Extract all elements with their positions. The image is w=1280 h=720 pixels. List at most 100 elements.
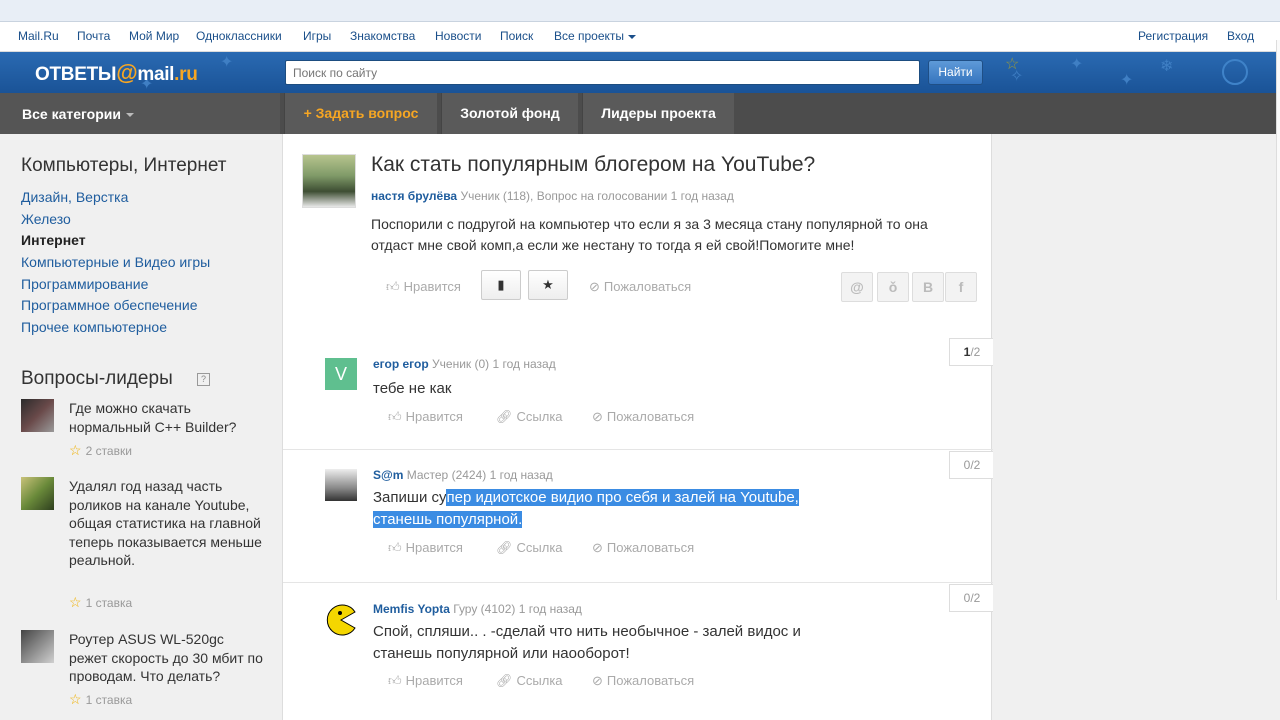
answer-avatar[interactable] bbox=[325, 469, 357, 501]
login-link[interactable]: Вход bbox=[1227, 29, 1254, 43]
answer-meta: егор егор Ученик (0) 1 год назад bbox=[373, 357, 556, 371]
question-author-link[interactable]: настя брулёва bbox=[371, 189, 457, 203]
share-facebook-button[interactable]: f bbox=[945, 272, 977, 302]
like-label: Нравится bbox=[405, 540, 463, 555]
all-projects-label: Все проекты bbox=[554, 29, 625, 43]
report-label: Пожаловаться bbox=[606, 409, 695, 424]
answer-report-button[interactable]: ⊘ Пожаловаться bbox=[592, 540, 694, 556]
leader-question-1[interactable]: Где можно скачать нормальный C++ Builder… bbox=[21, 399, 271, 469]
leader-question-text[interactable]: Роутер ASUS WL-520gc режет скорость до 3… bbox=[69, 630, 264, 686]
answer-like-button[interactable]: 👍︎ Нравится bbox=[388, 673, 463, 689]
category-title: Компьютеры, Интернет bbox=[21, 155, 227, 176]
answer-meta: Memfis Yopta Гуру (4102) 1 год назад bbox=[373, 602, 582, 616]
top-nav: Все категории + Задать вопрос Золотой фо… bbox=[0, 93, 1280, 134]
divider bbox=[283, 582, 993, 583]
sidebar-link-other[interactable]: Прочее компьютерное bbox=[21, 319, 167, 335]
answer-report-button[interactable]: ⊘ Пожаловаться bbox=[592, 673, 694, 689]
logo-text: ОТВЕТЫ bbox=[35, 64, 117, 85]
vote-total: /2 bbox=[970, 458, 981, 472]
sidebar-link-software[interactable]: Программное обеспечение bbox=[21, 297, 198, 313]
link-label: Ссылка bbox=[516, 409, 563, 424]
pacman-avatar-icon[interactable] bbox=[325, 604, 357, 636]
share-mailru-button[interactable]: @ bbox=[841, 272, 873, 302]
scrollbar[interactable] bbox=[1276, 40, 1280, 600]
vote-counter[interactable]: 0/2 bbox=[949, 451, 994, 479]
all-categories-button[interactable]: Все категории bbox=[0, 93, 280, 134]
like-label: Нравится bbox=[403, 279, 461, 294]
star-icon: ☆ bbox=[69, 691, 82, 707]
question-author-avatar[interactable] bbox=[302, 154, 356, 208]
like-label: Нравится bbox=[405, 409, 463, 424]
question-like-button[interactable]: 👍︎ Нравится bbox=[386, 279, 461, 295]
answer-author-link[interactable]: S@m bbox=[373, 468, 403, 482]
portal-link-news[interactable]: Новости bbox=[435, 29, 481, 43]
answer-item: 0/2 S@m Мастер (2424) 1 год назад Запиши… bbox=[283, 449, 994, 581]
vote-total: /2 bbox=[970, 591, 981, 605]
leader-question-3[interactable]: Роутер ASUS WL-520gc режет скорость до 3… bbox=[21, 630, 271, 710]
answer-like-button[interactable]: 👍︎ Нравится bbox=[388, 540, 463, 556]
portal-link-search[interactable]: Поиск bbox=[500, 29, 533, 43]
portal-nav: Mail.Ru Почта Мой Мир Одноклассники Игры… bbox=[0, 22, 1280, 52]
star-button[interactable]: ★ bbox=[528, 270, 568, 300]
divider bbox=[283, 449, 993, 450]
leader-thumb bbox=[21, 630, 54, 663]
project-leaders-tab[interactable]: Лидеры проекта bbox=[582, 93, 734, 134]
ask-question-tab[interactable]: + Задать вопрос bbox=[284, 93, 437, 134]
question-title: Как стать популярным блогером на YouTube… bbox=[371, 153, 816, 176]
answer-report-button[interactable]: ⊘ Пожаловаться bbox=[592, 409, 694, 425]
leader-bets-label: 1 ставка bbox=[85, 596, 133, 610]
bookmark-button[interactable]: ▮ bbox=[481, 270, 521, 300]
leader-bets: ☆ 2 ставки bbox=[69, 442, 132, 459]
answer-link-button[interactable]: 🔗︎ Ссылка bbox=[496, 540, 563, 556]
link-icon: 🔗︎ bbox=[496, 409, 513, 424]
site-logo[interactable]: ОТВЕТЫ@mail.ru bbox=[35, 60, 198, 86]
all-categories-label: Все категории bbox=[22, 106, 121, 122]
sidebar-link-design[interactable]: Дизайн, Верстка bbox=[21, 189, 128, 205]
portal-link-myworld[interactable]: Мой Мир bbox=[129, 29, 179, 43]
portal-link-mailru[interactable]: Mail.Ru bbox=[18, 29, 59, 43]
leader-question-2[interactable]: Удалял год назад часть роликов на канале… bbox=[21, 477, 271, 617]
bookmark-icon: ▮ bbox=[497, 277, 505, 292]
question-report-button[interactable]: ⊘ Пожаловаться bbox=[589, 279, 691, 295]
search-input[interactable] bbox=[285, 60, 920, 85]
leader-question-text[interactable]: Где можно скачать нормальный C++ Builder… bbox=[69, 399, 264, 436]
answer-link-button[interactable]: 🔗︎ Ссылка bbox=[496, 673, 563, 689]
logo-ru: .ru bbox=[174, 64, 198, 85]
answer-author-link[interactable]: Memfis Yopta bbox=[373, 602, 450, 616]
answer-text-plain: Запиши су bbox=[373, 489, 447, 506]
answer-meta-text: Мастер (2424) 1 год назад bbox=[406, 468, 553, 482]
portal-link-dating[interactable]: Знакомства bbox=[350, 29, 415, 43]
portal-link-all-projects[interactable]: Все проекты bbox=[554, 29, 637, 43]
block-icon: ⊘ bbox=[592, 540, 603, 555]
answer-link-button[interactable]: 🔗︎ Ссылка bbox=[496, 409, 563, 425]
sidebar: Компьютеры, Интернет Дизайн, Верстка Жел… bbox=[0, 134, 280, 720]
answer-author-link[interactable]: егор егор bbox=[373, 357, 429, 371]
search-button[interactable]: Найти bbox=[928, 60, 983, 85]
share-vk-button[interactable]: B bbox=[912, 272, 944, 302]
help-icon[interactable]: ? bbox=[197, 373, 210, 386]
answer-text: тебе не как bbox=[373, 380, 452, 397]
answer-avatar[interactable]: V bbox=[325, 358, 357, 390]
vote-counter[interactable]: 0/2 bbox=[949, 584, 994, 612]
leader-bets: ☆ 1 ставка bbox=[69, 691, 132, 708]
decor-star-icon: ✦ bbox=[1070, 56, 1084, 73]
leader-thumb bbox=[21, 477, 54, 510]
portal-link-games[interactable]: Игры bbox=[303, 29, 331, 43]
portal-link-ok[interactable]: Одноклассники bbox=[196, 29, 282, 43]
register-link[interactable]: Регистрация bbox=[1138, 29, 1208, 43]
decor-star-icon: ✦ bbox=[1120, 72, 1134, 89]
right-column bbox=[993, 134, 1280, 720]
browser-strip bbox=[0, 0, 1280, 22]
decor-star-icon: ✦ bbox=[220, 54, 234, 71]
leader-question-text[interactable]: Удалял год назад часть роликов на канале… bbox=[69, 477, 264, 570]
portal-link-mail[interactable]: Почта bbox=[77, 29, 110, 43]
sidebar-link-games[interactable]: Компьютерные и Видео игры bbox=[21, 254, 210, 270]
report-label: Пожаловаться bbox=[606, 673, 695, 688]
gold-fund-tab[interactable]: Золотой фонд bbox=[441, 93, 578, 134]
answer-like-button[interactable]: 👍︎ Нравится bbox=[388, 409, 463, 425]
sidebar-link-programming[interactable]: Программирование bbox=[21, 276, 148, 292]
vote-counter[interactable]: 1/2 bbox=[949, 338, 994, 366]
share-ok-button[interactable]: ǒ bbox=[877, 272, 909, 302]
sidebar-link-hardware[interactable]: Железо bbox=[21, 211, 71, 227]
question-meta: настя брулёва Ученик (118), Вопрос на го… bbox=[371, 189, 734, 203]
